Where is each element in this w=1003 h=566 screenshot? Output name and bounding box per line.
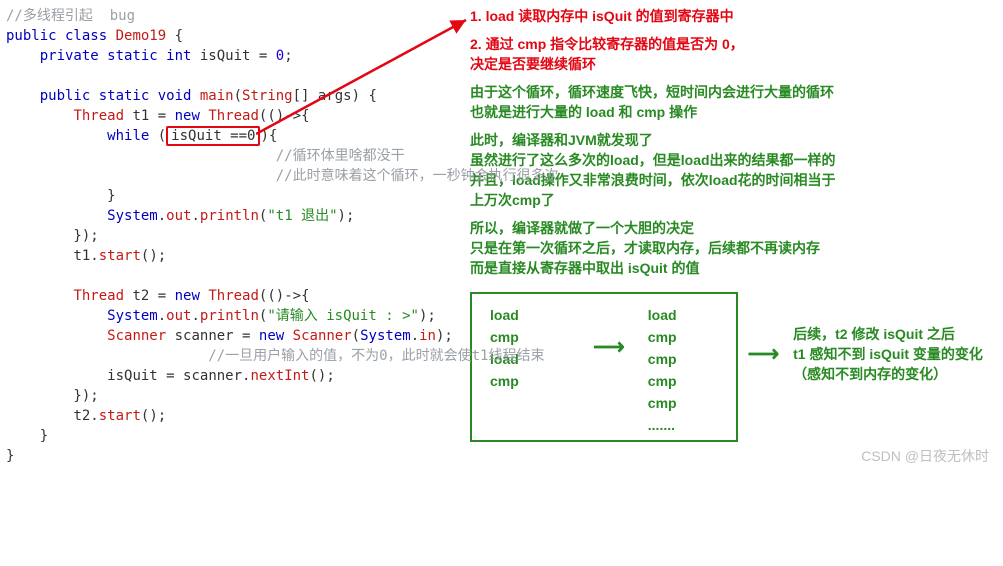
code-line: t1.start();	[6, 246, 466, 266]
code-line: }	[6, 426, 466, 446]
note-green: 上万次cmp了	[470, 190, 997, 210]
code-line: }	[6, 186, 466, 206]
note-red-1: 1. load 读取内存中 isQuit 的值到寄存器中	[470, 6, 997, 26]
code-blank	[6, 66, 466, 86]
code-line: public class Demo19 {	[6, 26, 466, 46]
code-line: });	[6, 226, 466, 246]
note-green: 而是直接从寄存器中取出 isQuit 的值	[470, 258, 997, 278]
code-comment: //此时意味着这个循环，一秒钟会执行很多次	[6, 166, 466, 186]
code-comment: //循环体里啥都没干	[6, 146, 466, 166]
isquit-condition-highlight: isQuit ==0	[166, 126, 260, 146]
code-blank	[6, 266, 466, 286]
code-line: Thread t2 = new Thread(()->{	[6, 286, 466, 306]
notes-pane: 1. load 读取内存中 isQuit 的值到寄存器中 2. 通过 cmp 指…	[466, 6, 997, 466]
code-comment: //多线程引起 bug	[6, 6, 466, 26]
code-line: System.out.println("请输入 isQuit : >");	[6, 306, 466, 326]
code-pane: //多线程引起 bug public class Demo19 { privat…	[6, 6, 466, 466]
code-line: System.out.println("t1 退出");	[6, 206, 466, 226]
code-line: }	[6, 446, 466, 466]
code-line: Thread t1 = new Thread(()->{	[6, 106, 466, 126]
code-line: t2.start();	[6, 406, 466, 426]
lc-right-col: loadcmpcmpcmpcmp.......	[648, 304, 718, 436]
result-note: 后续，t2 修改 isQuit 之后 t1 感知不到 isQuit 变量的变化 …	[793, 324, 983, 384]
code-line: Scanner scanner = new Scanner(System.in)…	[6, 326, 466, 346]
code-line: });	[6, 386, 466, 406]
load-cmp-diagram: loadcmploadcmp ⟶ loadcmpcmpcmpcmp.......…	[470, 286, 997, 442]
code-line: private static int isQuit = 0;	[6, 46, 466, 66]
note-green: 也就是进行大量的 load 和 cmp 操作	[470, 102, 997, 122]
note-green: 此时，编译器和JVM就发现了	[470, 130, 997, 150]
code-line: isQuit = scanner.nextInt();	[6, 366, 466, 386]
code-comment: //一旦用户输入的值，不为0，此时就会使t1线程结束	[6, 346, 466, 366]
result-arrow-icon: ⟶	[748, 344, 780, 364]
optimize-arrow-icon: ⟶	[574, 304, 644, 360]
note-red-2b: 决定是否要继续循环	[470, 54, 997, 74]
note-green: 由于这个循环，循环速度飞快，短时间内会进行大量的循环	[470, 82, 997, 102]
note-green: 所以，编译器就做了一个大胆的决定	[470, 218, 997, 238]
note-green: 只是在第一次循环之后，才读取内存，后续都不再读内存	[470, 238, 997, 258]
code-line-while: while (isQuit ==0){	[6, 126, 466, 146]
note-green: 虽然进行了这么多次的load，但是load出来的结果都一样的	[470, 150, 997, 170]
code-line: public static void main(String[] args) {	[6, 86, 466, 106]
note-red-2a: 2. 通过 cmp 指令比较寄存器的值是否为 0，	[470, 34, 997, 54]
watermark: CSDN @日夜无休时	[861, 446, 989, 466]
